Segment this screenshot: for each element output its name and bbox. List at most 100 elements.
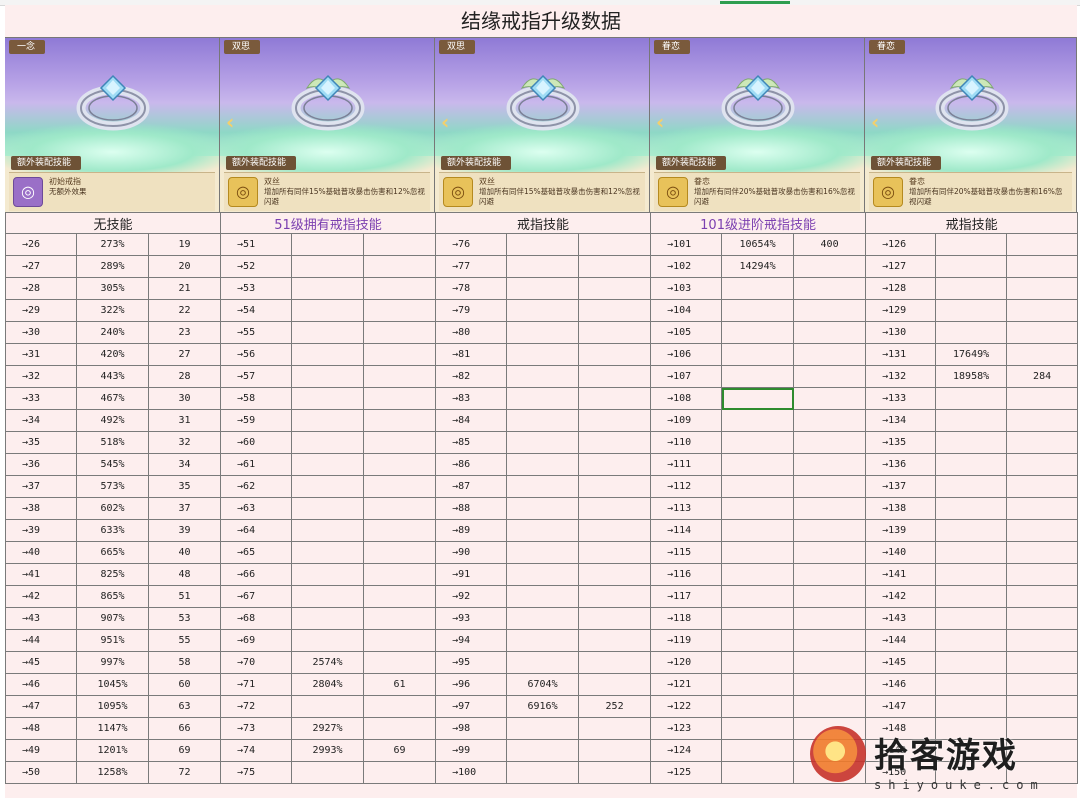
value-cell[interactable] — [578, 563, 652, 586]
level-cell[interactable]: →83 — [435, 387, 508, 410]
level-cell[interactable]: →38 — [5, 497, 77, 520]
value-cell[interactable] — [793, 299, 867, 322]
bonus-cell[interactable] — [506, 651, 580, 674]
value-cell[interactable]: 51 — [147, 585, 222, 608]
bonus-cell[interactable] — [935, 585, 1008, 608]
bonus-cell[interactable] — [935, 739, 1008, 762]
value-cell[interactable] — [793, 255, 867, 278]
level-cell[interactable]: →149 — [865, 739, 937, 762]
value-cell[interactable]: 284 — [1006, 365, 1079, 388]
bonus-cell[interactable] — [935, 453, 1008, 476]
bonus-cell[interactable] — [721, 717, 795, 740]
level-cell[interactable]: →101 — [650, 233, 723, 256]
level-cell[interactable]: →44 — [5, 629, 77, 652]
value-cell[interactable]: 63 — [147, 695, 222, 718]
level-cell[interactable]: →26 — [5, 233, 77, 256]
value-cell[interactable]: 53 — [147, 607, 222, 630]
value-cell[interactable] — [793, 387, 867, 410]
bonus-cell[interactable] — [935, 519, 1008, 542]
bonus-cell[interactable] — [721, 695, 795, 718]
bonus-cell[interactable] — [291, 453, 365, 476]
bonus-cell[interactable] — [506, 739, 580, 762]
bonus-cell[interactable]: 443% — [76, 365, 149, 388]
level-cell[interactable]: →60 — [220, 431, 293, 454]
bonus-cell[interactable] — [935, 497, 1008, 520]
value-cell[interactable] — [793, 673, 867, 696]
level-cell[interactable]: →99 — [435, 739, 508, 762]
value-cell[interactable] — [1006, 387, 1079, 410]
level-cell[interactable]: →43 — [5, 607, 77, 630]
bonus-cell[interactable] — [291, 255, 365, 278]
bonus-cell[interactable] — [506, 497, 580, 520]
level-cell[interactable]: →50 — [5, 761, 77, 784]
value-cell[interactable] — [1006, 299, 1079, 322]
level-cell[interactable]: →63 — [220, 497, 293, 520]
level-cell[interactable]: →85 — [435, 431, 508, 454]
bonus-cell[interactable]: 907% — [76, 607, 149, 630]
value-cell[interactable]: 252 — [578, 695, 652, 718]
level-cell[interactable]: →115 — [650, 541, 723, 564]
level-cell[interactable]: →128 — [865, 277, 937, 300]
value-cell[interactable] — [578, 409, 652, 432]
value-cell[interactable]: 22 — [147, 299, 222, 322]
bonus-cell[interactable]: 305% — [76, 277, 149, 300]
bonus-cell[interactable] — [291, 519, 365, 542]
value-cell[interactable] — [1006, 563, 1079, 586]
bonus-cell[interactable]: 825% — [76, 563, 149, 586]
bonus-cell[interactable] — [291, 321, 365, 344]
level-cell[interactable]: →130 — [865, 321, 937, 344]
bonus-cell[interactable]: 1201% — [76, 739, 149, 762]
level-cell[interactable]: →127 — [865, 255, 937, 278]
bonus-cell[interactable] — [506, 255, 580, 278]
bonus-cell[interactable] — [721, 541, 795, 564]
section-header[interactable]: 戒指技能 — [865, 212, 1079, 234]
value-cell[interactable] — [363, 409, 437, 432]
bonus-cell[interactable] — [291, 387, 365, 410]
value-cell[interactable] — [1006, 475, 1079, 498]
level-cell[interactable]: →117 — [650, 585, 723, 608]
bonus-cell[interactable]: 492% — [76, 409, 149, 432]
value-cell[interactable] — [578, 387, 652, 410]
bonus-cell[interactable]: 273% — [76, 233, 149, 256]
level-cell[interactable]: →59 — [220, 409, 293, 432]
level-cell[interactable]: →95 — [435, 651, 508, 674]
bonus-cell[interactable]: 997% — [76, 651, 149, 674]
bonus-cell[interactable] — [721, 321, 795, 344]
value-cell[interactable] — [363, 475, 437, 498]
bonus-cell[interactable]: 240% — [76, 321, 149, 344]
level-cell[interactable]: →81 — [435, 343, 508, 366]
level-cell[interactable]: →134 — [865, 409, 937, 432]
value-cell[interactable]: 27 — [147, 343, 222, 366]
value-cell[interactable] — [578, 739, 652, 762]
level-cell[interactable]: →68 — [220, 607, 293, 630]
bonus-cell[interactable] — [506, 563, 580, 586]
level-cell[interactable]: →113 — [650, 497, 723, 520]
level-cell[interactable]: →66 — [220, 563, 293, 586]
level-cell[interactable]: →80 — [435, 321, 508, 344]
bonus-cell[interactable]: 545% — [76, 453, 149, 476]
bonus-cell[interactable] — [935, 563, 1008, 586]
bonus-cell[interactable] — [935, 475, 1008, 498]
bonus-cell[interactable]: 2927% — [291, 717, 365, 740]
value-cell[interactable] — [363, 607, 437, 630]
bonus-cell[interactable]: 1147% — [76, 717, 149, 740]
value-cell[interactable] — [363, 255, 437, 278]
level-cell[interactable]: →147 — [865, 695, 937, 718]
level-cell[interactable]: →27 — [5, 255, 77, 278]
bonus-cell[interactable] — [506, 299, 580, 322]
bonus-cell[interactable]: 2574% — [291, 651, 365, 674]
bonus-cell[interactable] — [935, 717, 1008, 740]
value-cell[interactable] — [1006, 277, 1079, 300]
bonus-cell[interactable] — [935, 761, 1008, 784]
level-cell[interactable]: →119 — [650, 629, 723, 652]
value-cell[interactable] — [363, 343, 437, 366]
level-cell[interactable]: →144 — [865, 629, 937, 652]
bonus-cell[interactable] — [721, 409, 795, 432]
bonus-cell[interactable] — [506, 629, 580, 652]
value-cell[interactable] — [578, 365, 652, 388]
value-cell[interactable]: 58 — [147, 651, 222, 674]
level-cell[interactable]: →72 — [220, 695, 293, 718]
value-cell[interactable] — [1006, 607, 1079, 630]
value-cell[interactable] — [1006, 431, 1079, 454]
value-cell[interactable] — [578, 255, 652, 278]
